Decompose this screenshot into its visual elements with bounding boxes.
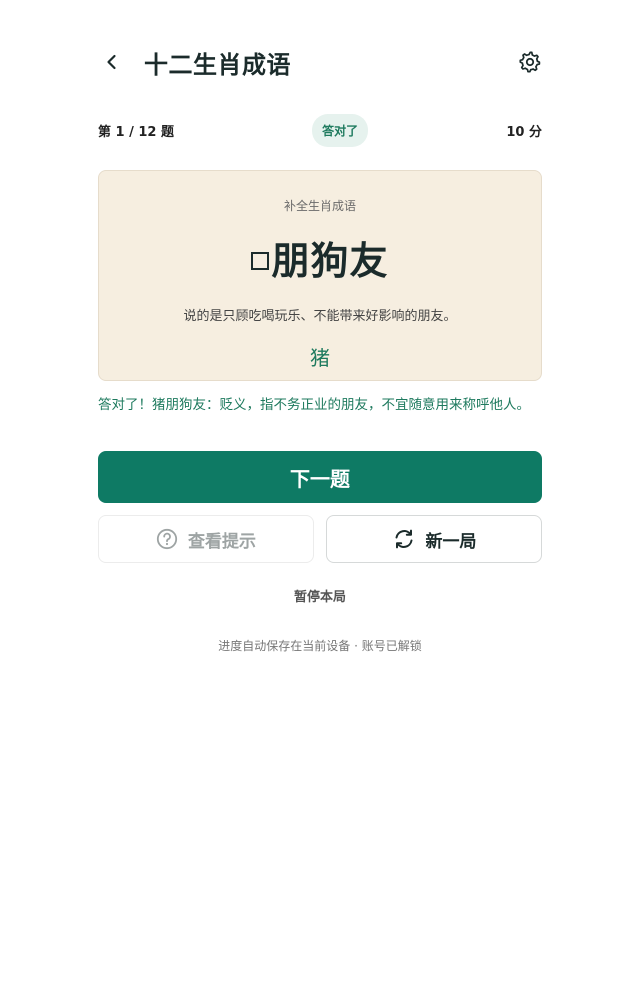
new-game-button[interactable]: 新一局 <box>326 515 542 563</box>
hint-label: 查看提示 <box>188 531 256 552</box>
chevron-left-icon <box>107 54 116 70</box>
idiom-display: 朋狗友 <box>99 230 541 285</box>
header: 十二生肖成语 <box>98 40 542 84</box>
app-screen: 十二生肖成语 第 1 / 12 题 答对了 10 分 补全生肖成语 朋狗友 说的… <box>0 0 640 1000</box>
blank-box <box>251 251 270 270</box>
pause-game-link[interactable]: 暂停本局 <box>98 586 542 605</box>
action-row: 查看提示 新一局 <box>98 515 542 563</box>
refresh-icon <box>392 527 416 551</box>
question-circle-icon <box>156 528 178 550</box>
idiom-text: 朋狗友 <box>271 239 389 283</box>
answer-text: 猪 <box>310 346 330 370</box>
feedback-message: 答对了！猪朋狗友：贬义，指不务正业的朋友，不宜随意用来称呼他人。 <box>98 397 530 413</box>
idiom-description: 说的是只顾吃喝玩乐、不能带来好影响的朋友。 <box>183 309 457 324</box>
question-progress: 第 1 / 12 题 <box>98 124 174 140</box>
settings-button[interactable] <box>514 46 546 78</box>
hint-button[interactable]: 查看提示 <box>98 515 314 563</box>
status-row: 第 1 / 12 题 答对了 10 分 <box>98 113 542 147</box>
question-label: 补全生肖成语 <box>283 199 356 213</box>
status-badge: 答对了 <box>312 113 369 147</box>
page-title: 十二生肖成语 <box>144 50 291 79</box>
footer-note: 进度自动保存在当前设备 · 账号已解锁 <box>218 639 422 653</box>
question-card: 补全生肖成语 朋狗友 说的是只顾吃喝玩乐、不能带来好影响的朋友。 猪 <box>98 170 542 381</box>
next-question-button[interactable]: 下一题 <box>98 451 542 503</box>
gear-icon <box>519 51 541 73</box>
back-button[interactable] <box>96 46 128 78</box>
new-game-label: 新一局 <box>425 531 477 552</box>
score-display: 10 分 <box>506 124 542 140</box>
